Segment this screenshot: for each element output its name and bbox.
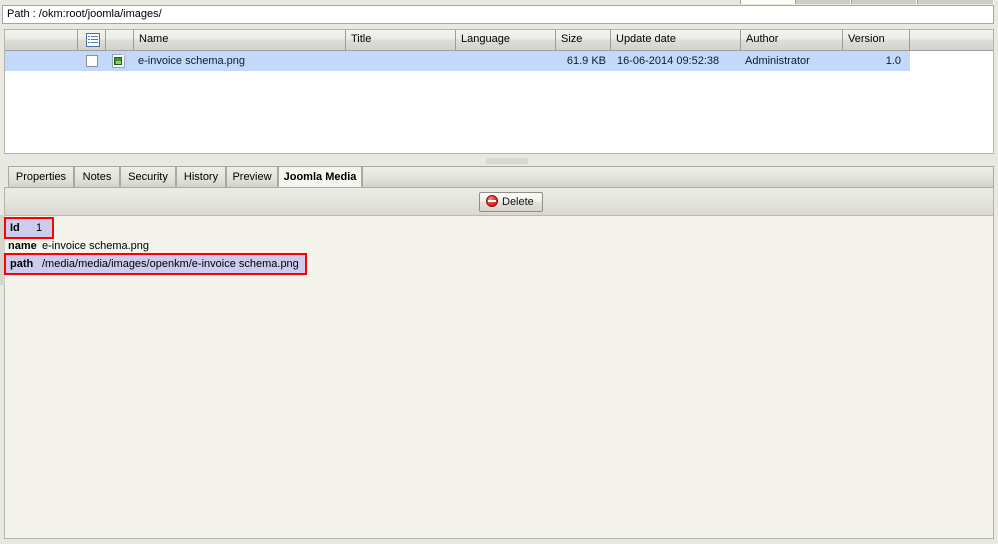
row-filetype-cell [106,51,134,71]
tab-notes[interactable]: Notes [74,166,120,187]
row-checkbox[interactable] [86,55,98,67]
splitter-grip-icon[interactable] [486,158,528,164]
table-row[interactable]: e-invoice schema.png 61.9 KB 16-06-2014 … [5,51,993,71]
column-header-size-label: Size [561,33,583,45]
row-author-cell: Administrator [745,55,810,67]
file-list-panel: Name Title Language Size Update date Aut… [4,29,994,154]
okm-document-browser-window: Path : /okm:root/joomla/images/ Name Tit… [0,0,998,544]
column-header-title[interactable]: Title [346,30,456,50]
top-tab-strip-sliver [0,0,998,4]
property-key-name: name [8,240,37,252]
column-header-language[interactable]: Language [456,30,556,50]
tab-properties[interactable]: Properties [8,166,74,187]
property-row-name[interactable]: name e-invoice schema.png [8,239,149,253]
top-tab-sliver-active[interactable] [740,0,795,4]
property-value-id: 1 [36,222,43,234]
row-version-cell: 1.0 [885,55,901,67]
tab-joomla-media[interactable]: Joomla Media [278,166,362,187]
row-title-cell [350,51,452,71]
column-header-spacer [910,30,993,50]
property-key-path: path [10,258,34,270]
top-tab-sliver-2[interactable] [851,0,917,4]
delete-button-label: Delete [502,196,534,208]
column-header-update-date-label: Update date [616,33,676,45]
top-tab-sliver-1[interactable] [795,0,851,4]
column-header-name[interactable]: Name [134,30,346,50]
tab-preview[interactable]: Preview [226,166,278,187]
column-header-version-label: Version [848,33,885,45]
horizontal-splitter[interactable] [4,157,994,165]
panel-toolbar: Delete [5,188,993,216]
property-row-id[interactable]: Id 1 [3,217,55,239]
row-update-date-cell: 16-06-2014 09:52:38 [617,55,720,67]
top-tab-sliver-3[interactable] [917,0,994,4]
delete-button[interactable]: Delete [479,192,543,212]
image-file-icon [112,53,127,69]
property-value-name: e-invoice schema.png [42,240,150,252]
column-header-author[interactable]: Author [741,30,843,50]
path-bar[interactable]: Path : /okm:root/joomla/images/ [2,5,994,24]
column-header-select[interactable] [5,30,78,50]
joomla-media-panel: Delete [4,187,994,539]
list-view-icon [86,33,100,47]
tab-strip-filler [362,166,994,187]
column-header-viewicon[interactable] [78,30,106,50]
vertical-splitter-grip[interactable] [0,215,5,285]
column-header-name-label: Name [139,33,169,45]
property-key-id: Id [10,222,20,234]
column-header-size[interactable]: Size [556,30,611,50]
tab-security[interactable]: Security [120,166,176,187]
file-list-header: Name Title Language Size Update date Aut… [5,30,993,51]
column-header-version[interactable]: Version [843,30,910,50]
row-name-cell[interactable]: e-invoice schema.png [138,51,346,71]
property-row-path[interactable]: path/media/media/images/openkm/e-invoice… [4,253,307,275]
row-checkbox-cell[interactable] [78,51,106,71]
deny-circle-icon [486,195,498,207]
tab-history[interactable]: History [176,166,226,187]
column-header-language-label: Language [461,33,510,45]
column-header-update-date[interactable]: Update date [611,30,741,50]
column-header-typeicon[interactable] [106,30,134,50]
column-header-author-label: Author [746,33,779,45]
row-language-cell [460,51,552,71]
column-header-title-label: Title [351,33,372,45]
detail-tab-strip: Properties Notes Security History Previe… [4,166,994,187]
row-size-cell: 61.9 KB [566,55,606,67]
path-bar-label: Path : /okm:root/joomla/images/ [7,8,162,20]
property-value-path: /media/media/images/openkm/e-invoice sch… [42,258,299,270]
